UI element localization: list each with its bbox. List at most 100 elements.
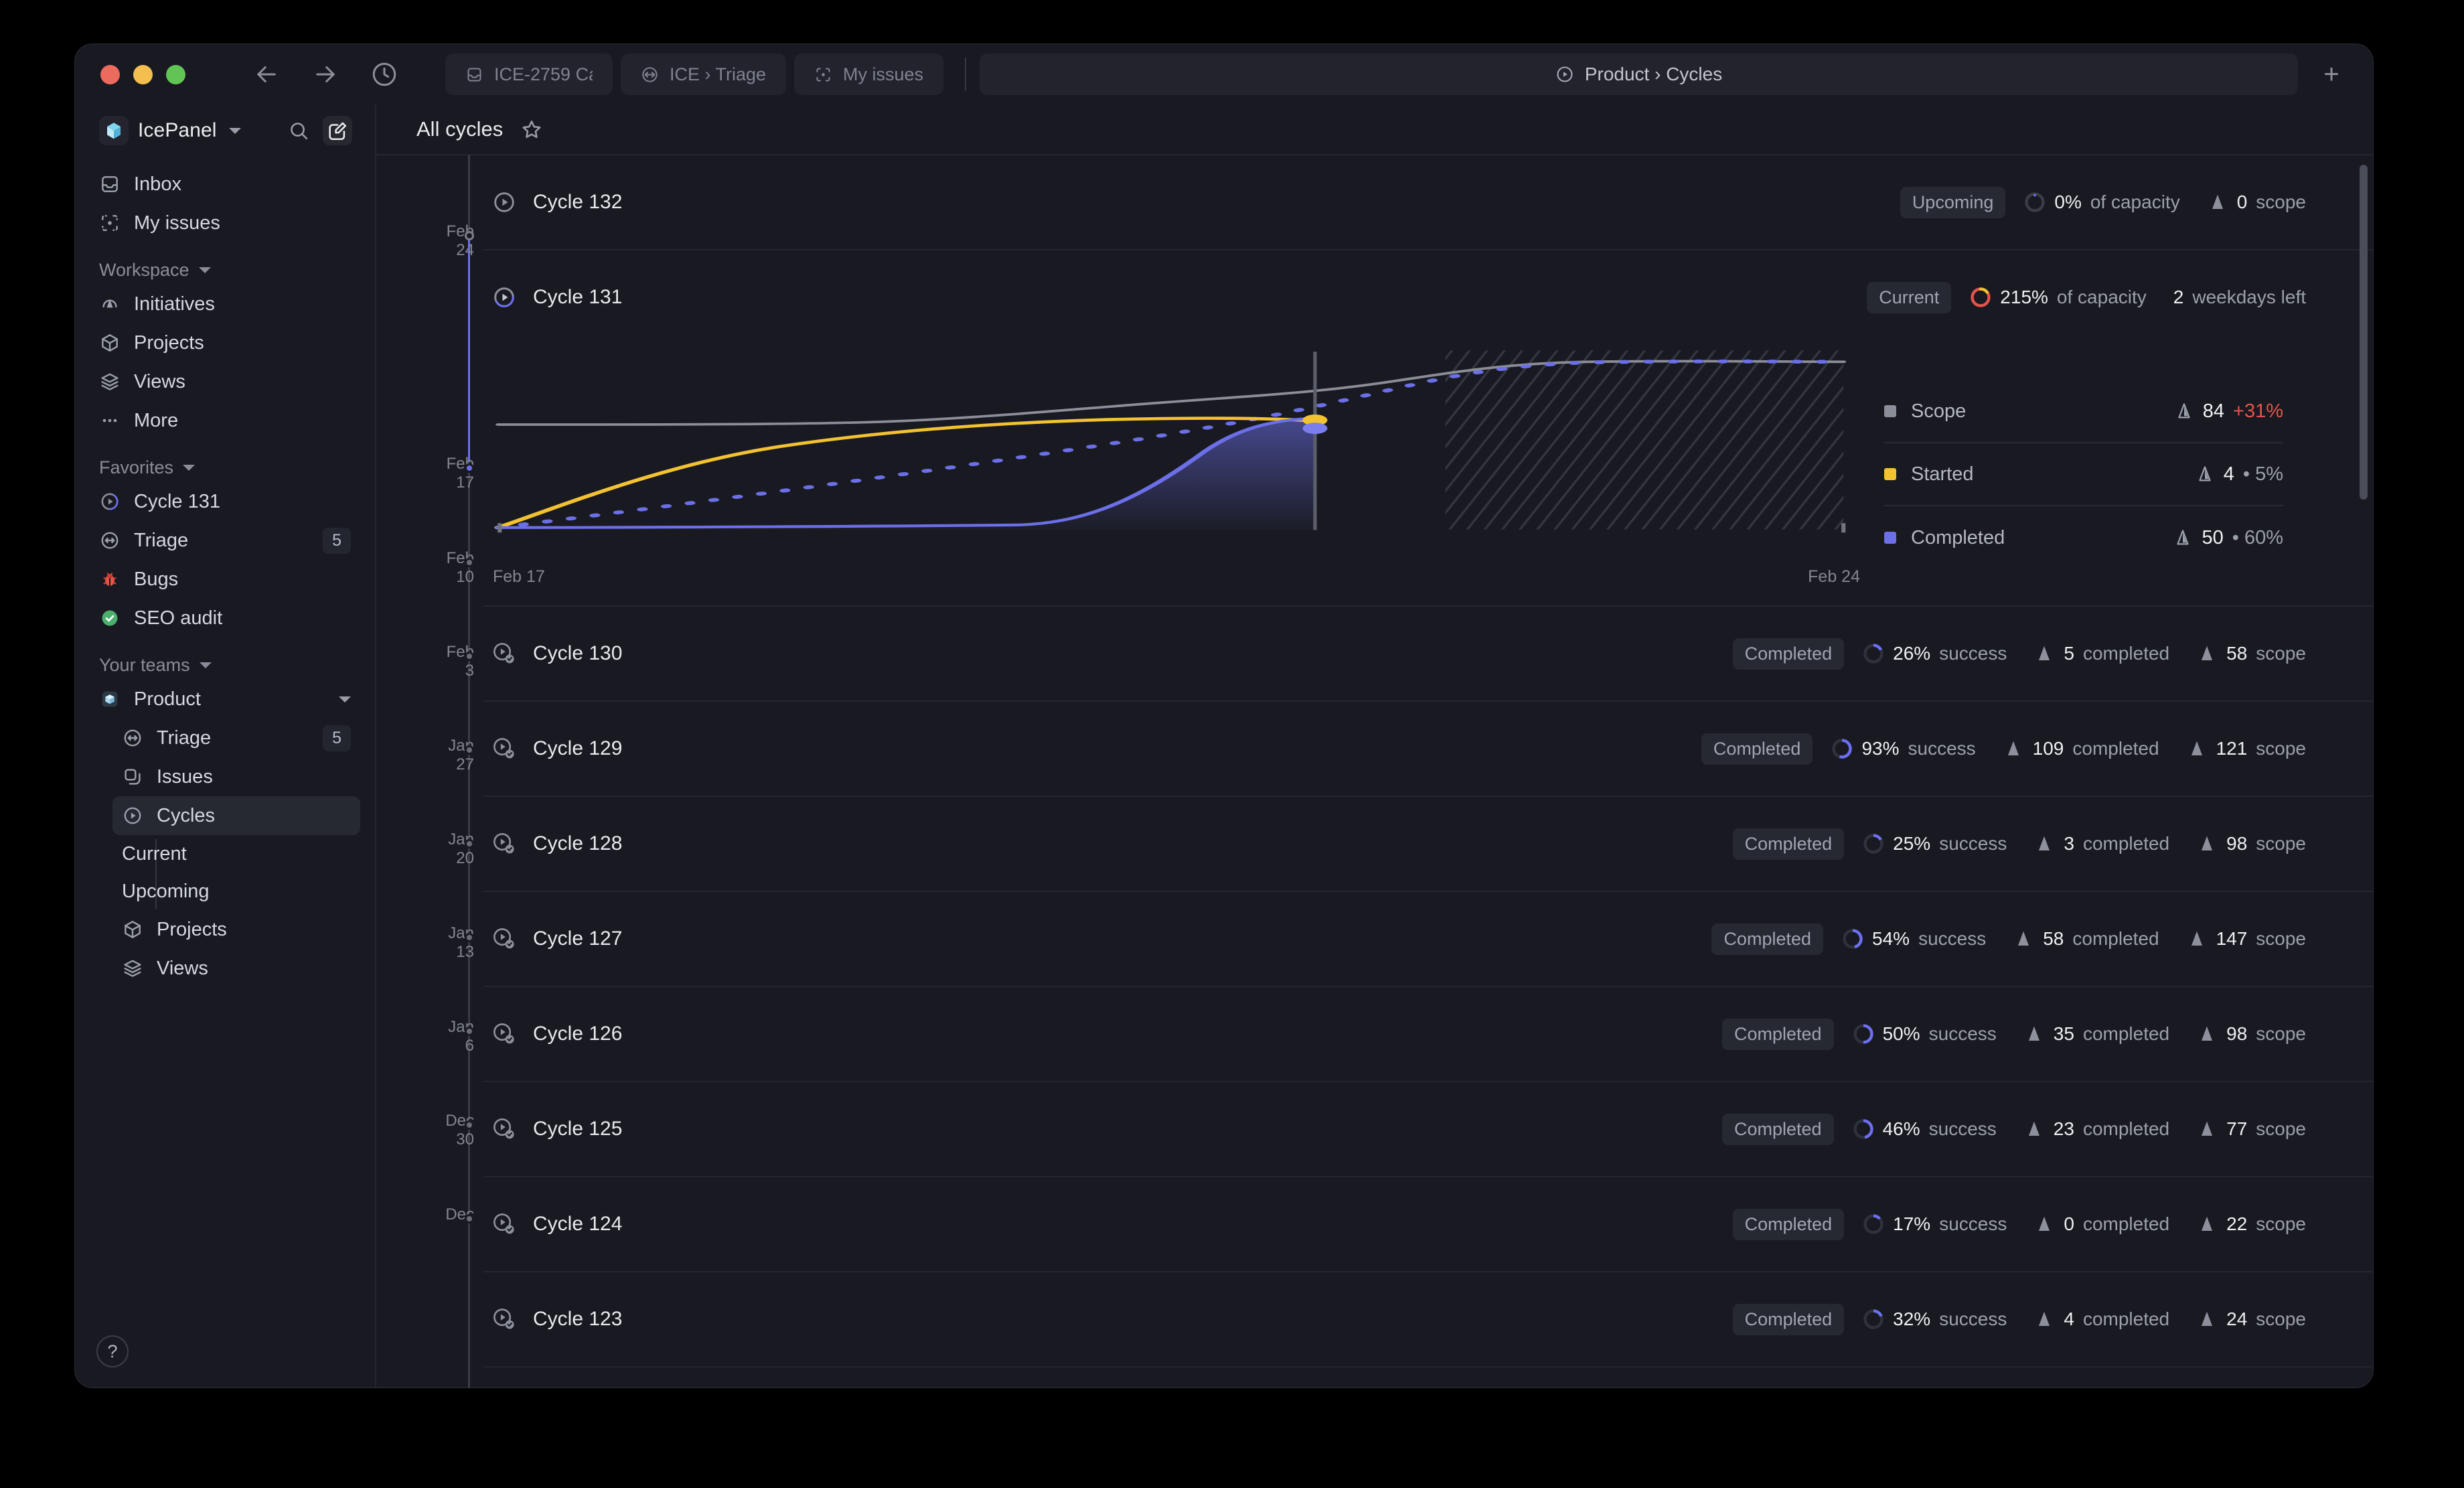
- chevron-down-icon[interactable]: [339, 696, 351, 702]
- cycle-row-header[interactable]: Cycle 127 Completed 54% success 58 compl…: [491, 892, 2306, 986]
- timeline-dot: [465, 745, 474, 755]
- cycle-row[interactable]: Cycle 126 Completed 50% success 35 compl…: [483, 987, 2373, 1082]
- timeline-gutter: Feb 24 Feb 17 Feb 10 Feb 3 Jan 27 Jan 20…: [376, 155, 483, 1388]
- legend-row-started[interactable]: Started 4 • 5%: [1884, 443, 2283, 506]
- cycles-list[interactable]: Cycle 132 Upcoming 0% of capacity 0 scop…: [483, 155, 2373, 1388]
- cycle-row[interactable]: Cycle 123 Completed 32% success 4 comple…: [483, 1272, 2373, 1367]
- sidebar-item-label: Bugs: [134, 568, 179, 590]
- cycle-row[interactable]: Cycle 132 Upcoming 0% of capacity 0 scop…: [483, 155, 2373, 250]
- status-badge: Current: [1867, 281, 1952, 313]
- sidebar-item-team-cycles[interactable]: Cycles: [112, 796, 360, 835]
- forward-arrow-icon[interactable]: [311, 60, 339, 88]
- close-window-button[interactable]: [100, 64, 120, 84]
- sidebar-item-my-issues[interactable]: My issues: [90, 204, 360, 242]
- stat-value: 22: [2226, 1213, 2248, 1234]
- sidebar-subitem-label: Current: [122, 842, 187, 865]
- minimize-window-button[interactable]: [133, 64, 153, 84]
- main-header: All cycles: [376, 104, 2373, 155]
- cycle-row-header[interactable]: Cycle 123 Completed 32% success 4 comple…: [491, 1272, 2306, 1366]
- cycle-row-header[interactable]: Cycle 124 Completed 17% success 0 comple…: [491, 1177, 2306, 1271]
- cycle-row[interactable]: Cycle 131 Current 215% of capacity 2 wee…: [483, 250, 2373, 607]
- timeline-tick: Dec 30: [400, 1112, 474, 1150]
- sidebar-item-team-views[interactable]: Views: [112, 949, 360, 988]
- completed-stat: 5 completed: [2033, 643, 2169, 664]
- future-region: [1445, 350, 1844, 530]
- cycle-row-header[interactable]: Cycle 130 Completed 26% success 5 comple…: [491, 607, 2306, 700]
- sidebar-section-your-teams[interactable]: Your teams: [99, 655, 360, 676]
- cycle-row-header[interactable]: Cycle 128 Completed 25% success 3 comple…: [491, 797, 2306, 891]
- sidebar-item-projects[interactable]: Projects: [90, 323, 360, 362]
- history-clock-icon[interactable]: [370, 60, 398, 88]
- sidebar-item-seo-audit[interactable]: SEO audit: [90, 599, 360, 638]
- stat-unit: completed: [2072, 738, 2159, 759]
- sidebar-item-cycle-131[interactable]: Cycle 131: [90, 482, 360, 521]
- sidebar-item-label: Cycle 131: [134, 490, 220, 512]
- sidebar-subitem-upcoming[interactable]: Upcoming: [112, 873, 360, 910]
- stat-unit: of capacity: [2056, 287, 2147, 307]
- workspace-header[interactable]: IcePanel: [75, 104, 375, 157]
- sidebar-item-team-issues[interactable]: Issues: [112, 757, 360, 796]
- legend-total: 4: [2223, 463, 2234, 485]
- cycle-row-header[interactable]: Cycle 131 Current 215% of capacity 2 wee…: [491, 250, 2306, 344]
- sidebar-item-inbox[interactable]: Inbox: [90, 165, 360, 204]
- sidebar-team-product[interactable]: Product: [90, 680, 360, 719]
- legend-row-scope[interactable]: Scope 84 +31%: [1884, 380, 2283, 443]
- star-icon[interactable]: [520, 118, 543, 141]
- stat-value: 25%: [1893, 833, 1931, 854]
- tick-day: 27: [456, 755, 474, 774]
- scope-stat: 98 scope: [2196, 1023, 2306, 1045]
- tab-ice-2759[interactable]: ICE-2759 Ca: [445, 54, 613, 95]
- sidebar-item-bugs[interactable]: Bugs: [90, 560, 360, 599]
- cycle-row-header[interactable]: Cycle 129 Completed 93% success 109 comp…: [491, 702, 2306, 796]
- stat-unit: weekdays left: [2192, 287, 2306, 307]
- scrollbar-thumb[interactable]: [2360, 165, 2368, 500]
- legend-delta: • 5%: [2242, 463, 2283, 485]
- cycle-row[interactable]: Cycle 130 Completed 26% success 5 comple…: [483, 607, 2373, 702]
- cycle-row-header[interactable]: Cycle 126 Completed 50% success 35 compl…: [491, 987, 2306, 1081]
- sidebar-item-team-projects[interactable]: Projects: [112, 910, 360, 949]
- sidebar-item-views[interactable]: Views: [90, 362, 360, 401]
- sidebar-section-workspace[interactable]: Workspace: [99, 260, 360, 281]
- back-arrow-icon[interactable]: [252, 60, 281, 88]
- sidebar-item-more[interactable]: More: [90, 401, 360, 440]
- stat-value: 58: [2226, 643, 2248, 664]
- cycle-row-header[interactable]: Cycle 125 Completed 46% success 23 compl…: [491, 1082, 2306, 1176]
- timeline-tick: Dec: [400, 1205, 474, 1224]
- scope-icon: [2196, 1118, 2218, 1140]
- legend-row-completed[interactable]: Completed 50 • 60%: [1884, 506, 2283, 569]
- cycle-row[interactable]: Cycle 124 Completed 17% success 0 comple…: [483, 1177, 2373, 1272]
- cycle-name: Cycle 127: [533, 927, 623, 950]
- chevron-down-icon[interactable]: [228, 127, 241, 134]
- stat-value: 2: [2173, 287, 2184, 307]
- tab-my-issues[interactable]: My issues: [794, 54, 944, 95]
- sidebar-section-favorites[interactable]: Favorites: [99, 457, 360, 478]
- cycle-row[interactable]: Cycle 128 Completed 25% success 3 comple…: [483, 797, 2373, 892]
- cycle-row[interactable]: Cycle 125 Completed 46% success 23 compl…: [483, 1082, 2373, 1177]
- sidebar-subitem-current[interactable]: Current: [112, 835, 360, 873]
- maximize-window-button[interactable]: [166, 64, 185, 84]
- scope-stat: 77 scope: [2196, 1118, 2306, 1140]
- cycle-row[interactable]: Cycle 127 Completed 54% success 58 compl…: [483, 892, 2373, 987]
- completed-endpoint: [1302, 423, 1328, 435]
- tab-ice-triage[interactable]: ICE › Triage: [621, 54, 787, 95]
- sidebar-item-triage-fav[interactable]: Triage 5: [90, 521, 360, 560]
- new-tab-button[interactable]: +: [2305, 54, 2358, 95]
- stat-value: 17%: [1893, 1213, 1931, 1234]
- sidebar-item-initiatives[interactable]: Initiatives: [90, 285, 360, 323]
- help-button[interactable]: ?: [96, 1335, 129, 1367]
- compose-icon[interactable]: [323, 116, 352, 145]
- status-badge: Completed: [1722, 1018, 1834, 1050]
- sidebar-item-team-triage[interactable]: Triage 5: [112, 719, 360, 757]
- stat-unit: scope: [2256, 192, 2306, 212]
- scope-icon: [2033, 833, 2055, 854]
- scope-icon: [2174, 401, 2194, 421]
- legend-swatch: [1884, 532, 1896, 544]
- breadcrumb-active-tab[interactable]: Product › Cycles: [980, 54, 2298, 95]
- tab-label: My issues: [843, 64, 924, 84]
- stat-value: 26%: [1893, 643, 1931, 664]
- cycle-icon: [491, 190, 517, 215]
- cycle-row-header[interactable]: Cycle 132 Upcoming 0% of capacity 0 scop…: [491, 155, 2306, 249]
- cycle-row[interactable]: Cycle 129 Completed 93% success 109 comp…: [483, 702, 2373, 797]
- search-icon[interactable]: [284, 116, 313, 145]
- timeline-dot: [465, 839, 474, 848]
